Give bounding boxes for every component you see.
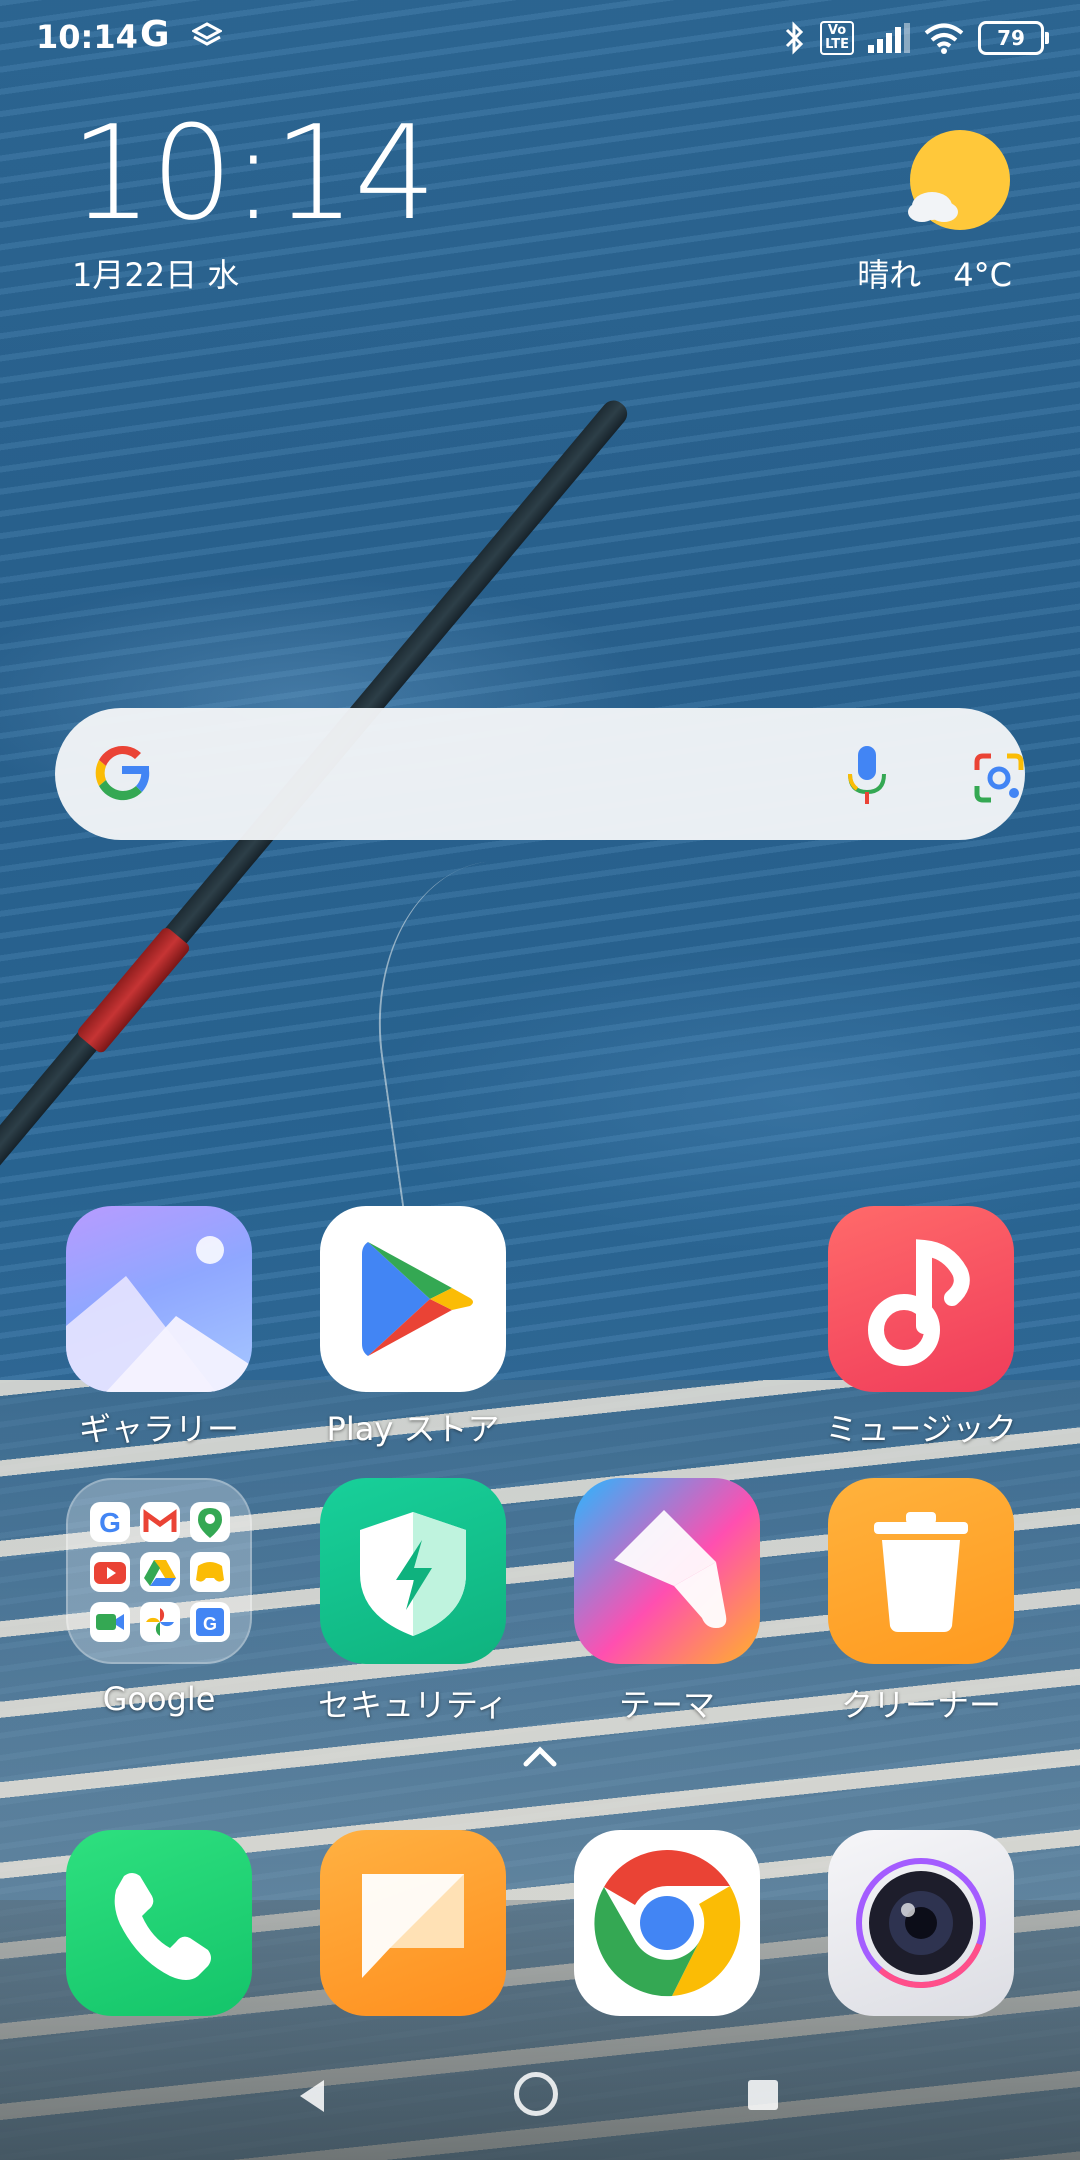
svg-text:G: G xyxy=(99,1507,121,1538)
messages-bubble-art xyxy=(362,1874,464,1978)
app-label-cleaner: クリーナー xyxy=(840,1686,1001,1724)
security-icon[interactable] xyxy=(320,1478,506,1664)
wifi-icon xyxy=(924,23,964,54)
home-button[interactable] xyxy=(514,2072,558,2116)
camera-icon[interactable] xyxy=(828,1830,1014,2016)
clock-date[interactable]: 1月22日 水 xyxy=(72,250,239,296)
mini-maps-icon xyxy=(190,1502,230,1542)
music-icon[interactable] xyxy=(828,1206,1014,1392)
play-store-icon[interactable] xyxy=(320,1206,506,1392)
cleaner-icon[interactable] xyxy=(828,1478,1014,1664)
fishing-rod-grip xyxy=(75,925,192,1055)
messages-icon[interactable] xyxy=(320,1830,506,2016)
camera-lens-art xyxy=(856,1858,986,1988)
security-shield-art xyxy=(360,1512,466,1636)
music-note-art xyxy=(868,1239,970,1366)
mini-youtube-icon xyxy=(90,1552,130,1592)
gallery-icon-art xyxy=(66,1236,252,1392)
mini-drive-icon xyxy=(140,1552,180,1592)
status-bar: 10:14 G Vo LTE 79 xyxy=(0,0,1080,76)
mini-play-games-icon xyxy=(190,1552,230,1592)
phone-icon[interactable] xyxy=(66,1830,252,2016)
back-button[interactable] xyxy=(296,2078,328,2114)
app-label-gallery: ギャラリー xyxy=(78,1410,239,1448)
sun-cloud-icon[interactable] xyxy=(906,128,1010,232)
google-icon: G xyxy=(140,14,170,55)
themes-brush-art xyxy=(614,1510,727,1628)
chevron-up-icon[interactable] xyxy=(522,1740,558,1770)
fishing-line xyxy=(356,843,666,1237)
bluetooth-icon xyxy=(786,21,804,55)
battery-icon: 79 xyxy=(978,21,1049,55)
app-label-google: Google xyxy=(102,1680,216,1718)
mini-meet-icon xyxy=(90,1602,130,1642)
google-search-bar[interactable] xyxy=(55,708,1025,840)
google-lens-icon[interactable] xyxy=(973,752,1025,804)
mini-translate-icon: G xyxy=(190,1602,230,1642)
play-store-icon-art xyxy=(362,1242,473,1356)
chrome-icon[interactable] xyxy=(574,1830,760,2016)
gallery-icon[interactable] xyxy=(66,1206,252,1392)
weather-text[interactable]: 晴れ 4°C xyxy=(857,250,1012,296)
app-label-security: セキュリティ xyxy=(317,1686,509,1724)
app-label-themes: テーマ xyxy=(618,1686,715,1724)
google-folder-icon[interactable]: G G xyxy=(66,1478,252,1664)
status-icons: Vo LTE 79 xyxy=(784,18,1049,58)
recents-button[interactable] xyxy=(748,2080,778,2110)
svg-text:G: G xyxy=(203,1614,217,1634)
mini-gmail-icon xyxy=(140,1502,180,1542)
microphone-icon[interactable] xyxy=(845,744,889,808)
google-logo-icon xyxy=(95,745,150,801)
themes-icon[interactable] xyxy=(574,1478,760,1664)
clock-time[interactable]: 10:14 xyxy=(70,108,437,238)
chrome-logo-art xyxy=(594,1850,741,1997)
signal-icon xyxy=(868,23,910,53)
mini-photos-icon xyxy=(140,1602,180,1642)
app-label-play-store: Play ストア xyxy=(326,1410,500,1448)
stack-icon xyxy=(192,22,222,46)
app-label-music: ミュージック xyxy=(825,1410,1017,1448)
mini-google-icon: G xyxy=(90,1502,130,1542)
volte-icon: Vo LTE xyxy=(820,21,854,55)
status-time: 10:14 xyxy=(36,18,138,56)
cleaner-bin-art xyxy=(874,1512,968,1632)
phone-handset-art xyxy=(114,1873,211,1980)
